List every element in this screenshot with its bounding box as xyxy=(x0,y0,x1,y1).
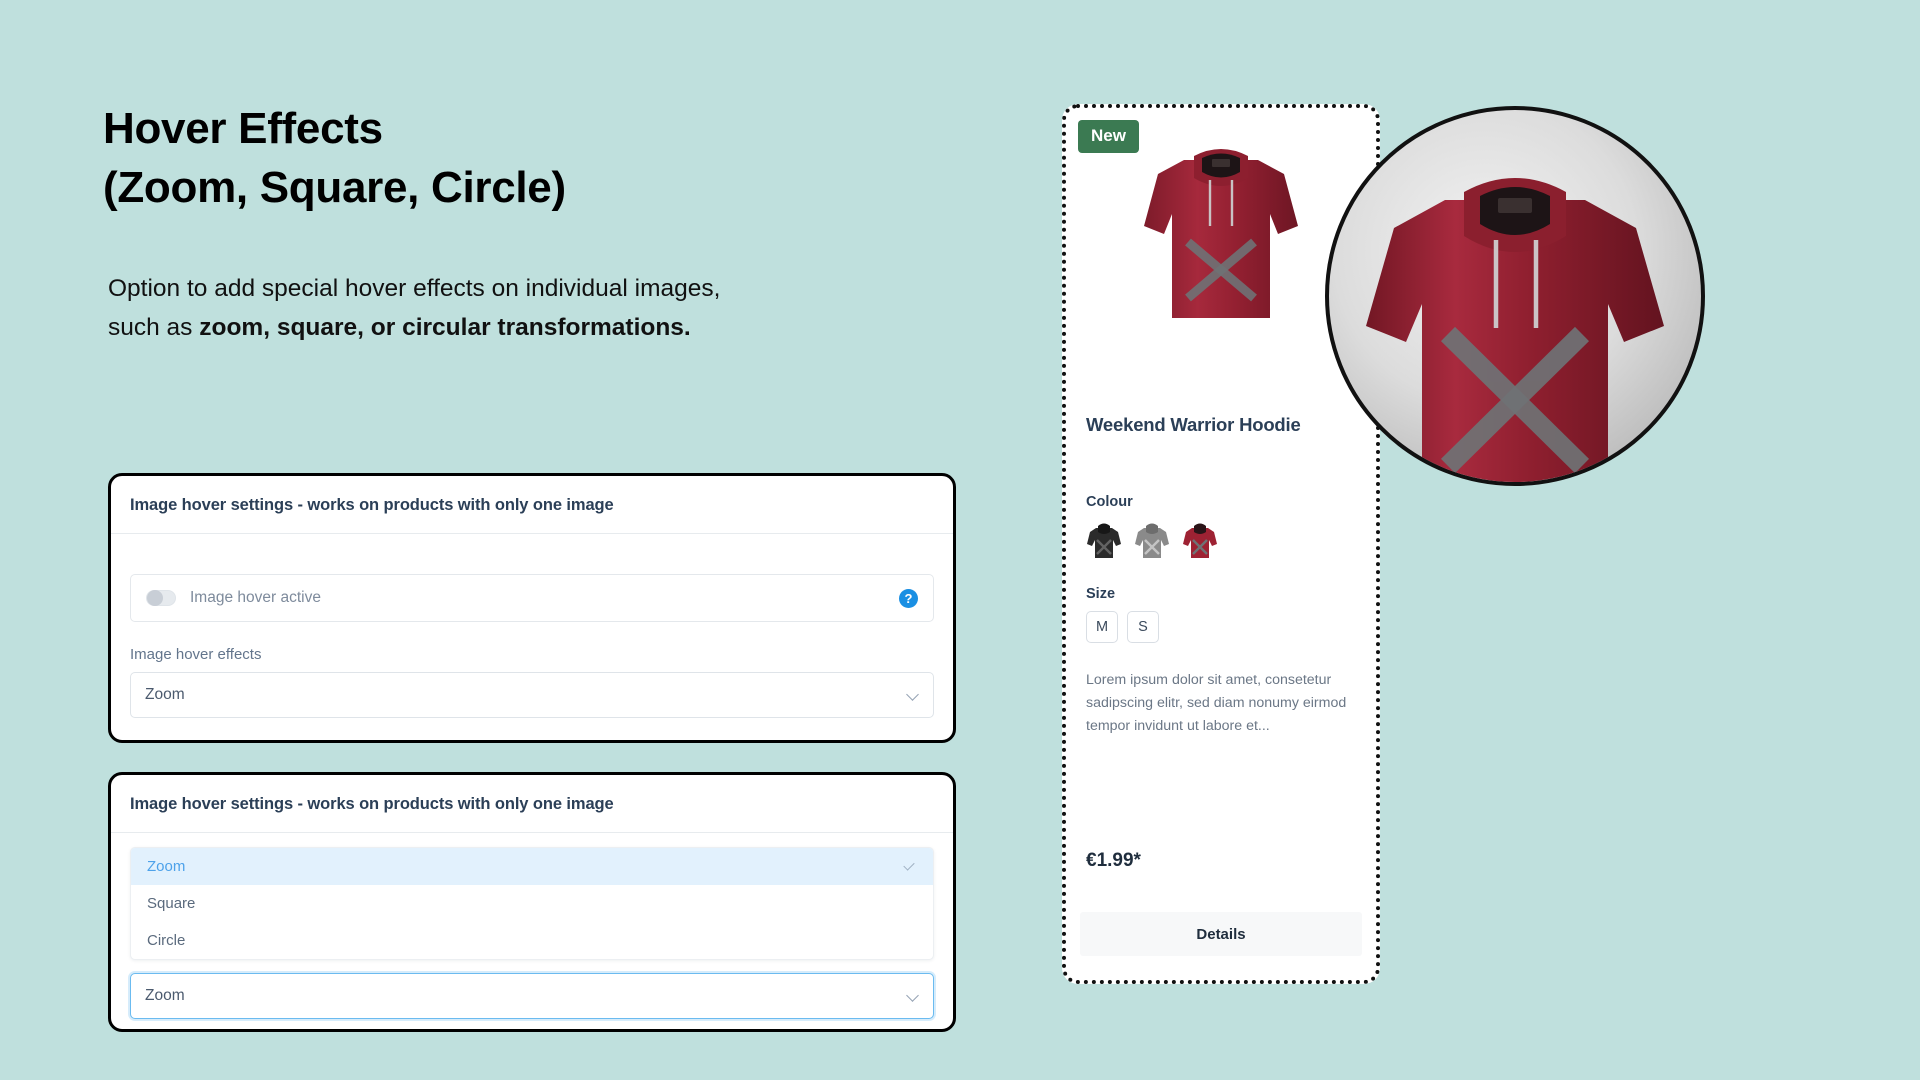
page-title: Hover Effects (Zoom, Square, Circle) xyxy=(103,100,963,218)
settings-card-collapsed: Image hover settings - works on products… xyxy=(108,473,956,743)
size-label: Size xyxy=(1086,586,1116,602)
colour-swatch-grey[interactable] xyxy=(1134,520,1170,560)
product-image[interactable] xyxy=(1136,122,1306,332)
option-label: Square xyxy=(147,895,196,912)
question-icon[interactable]: ? xyxy=(899,588,918,608)
select-value: Zoom xyxy=(145,987,185,1004)
card-one-body: Image hover active ? Image hover effects… xyxy=(111,534,953,742)
hover-effect-options-list: Zoom Square Circle xyxy=(130,847,934,960)
option-circle[interactable]: Circle xyxy=(131,922,933,959)
image-hover-effects-select[interactable]: Zoom xyxy=(130,672,934,718)
option-square[interactable]: Square xyxy=(131,885,933,922)
check-icon-placeholder xyxy=(902,896,917,911)
image-hover-active-toggle[interactable] xyxy=(146,590,176,606)
lede-line-2-bold: zoom, square, or circular transformation… xyxy=(199,313,691,341)
lede-paragraph: Option to add special hover effects on i… xyxy=(108,270,963,347)
size-options: M S xyxy=(1086,611,1356,643)
lede-line-1: Option to add special hover effects on i… xyxy=(108,274,721,302)
product-description: Lorem ipsum dolor sit amet, consetetur s… xyxy=(1086,672,1347,734)
left-column: Hover Effects (Zoom, Square, Circle) Opt… xyxy=(103,100,963,347)
product-card: New Weekend Warrior Hoodie Colour Size M… xyxy=(1062,104,1380,984)
image-hover-effects-label: Image hover effects xyxy=(130,646,262,663)
colour-swatch-red[interactable] xyxy=(1182,520,1218,560)
size-button-m[interactable]: M xyxy=(1086,611,1118,643)
image-hover-active-row[interactable]: Image hover active ? xyxy=(130,574,934,622)
status-badge: New xyxy=(1078,120,1139,153)
option-label: Zoom xyxy=(147,858,186,875)
settings-card-open-dropdown: Image hover settings - works on products… xyxy=(108,772,956,1032)
lede-line-2-plain: such as xyxy=(108,313,200,341)
colour-label: Colour xyxy=(1086,494,1133,510)
hover-effect-select-focused[interactable]: Zoom xyxy=(130,973,934,1019)
slide-root: Hover Effects (Zoom, Square, Circle) Opt… xyxy=(0,0,1920,1080)
image-hover-active-label: Image hover active xyxy=(190,589,321,606)
size-button-s[interactable]: S xyxy=(1127,611,1159,643)
headline-line-2: (Zoom, Square, Circle) xyxy=(103,162,566,212)
zoom-hover-preview xyxy=(1325,106,1705,486)
chevron-down-icon xyxy=(907,990,919,1002)
zoomed-product-image xyxy=(1366,178,1664,482)
product-price: €1.99* xyxy=(1086,850,1141,871)
option-label: Circle xyxy=(147,932,186,949)
option-zoom[interactable]: Zoom xyxy=(131,848,933,885)
colour-swatches xyxy=(1086,520,1356,560)
headline-line-1: Hover Effects xyxy=(103,104,383,153)
product-title: Weekend Warrior Hoodie xyxy=(1086,414,1301,435)
card-two-body: Zoom Square Circle Zoom xyxy=(111,833,953,1039)
chevron-down-icon xyxy=(907,689,919,701)
card-two-header: Image hover settings - works on products… xyxy=(111,775,953,833)
check-icon xyxy=(902,859,917,874)
check-icon-placeholder xyxy=(902,933,917,948)
details-button[interactable]: Details xyxy=(1080,912,1362,956)
select-value: Zoom xyxy=(145,686,185,703)
card-one-header: Image hover settings - works on products… xyxy=(111,476,953,534)
colour-swatch-black[interactable] xyxy=(1086,520,1122,560)
